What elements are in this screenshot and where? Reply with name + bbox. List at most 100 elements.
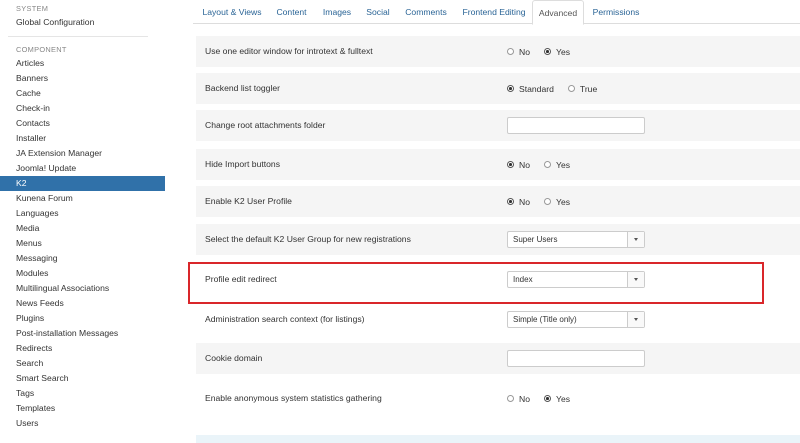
sidebar-item-menus[interactable]: Menus	[0, 236, 165, 251]
select-value: Simple (Title only)	[513, 315, 577, 324]
admin-search-context-select[interactable]: Simple (Title only)	[507, 311, 645, 328]
setting-label: Cookie domain	[205, 353, 263, 363]
settings-tabs: Layout & Views Content Images Social Com…	[193, 0, 800, 25]
sidebar-heading-component: COMPONENT	[16, 45, 67, 54]
sidebar-item-kunena-forum[interactable]: Kunena Forum	[0, 191, 165, 206]
sidebar-item-redirects[interactable]: Redirects	[0, 341, 165, 356]
radio-button[interactable]	[544, 48, 551, 55]
setting-row-single-editor: Use one editor window for introtext & fu…	[196, 36, 800, 67]
setting-row-k2-user-profile: Enable K2 User Profile No Yes	[196, 186, 800, 217]
radio-group-single-editor: No Yes	[507, 36, 584, 67]
radio-button[interactable]	[507, 161, 514, 168]
sidebar-item-banners[interactable]: Banners	[0, 71, 165, 86]
setting-row-profile-edit-redirect: Profile edit redirect Index	[196, 264, 800, 295]
chevron-down-icon[interactable]	[627, 232, 644, 247]
setting-row-backend-list-toggler: Backend list toggler Standard True	[196, 73, 800, 104]
info-panel-edge	[196, 435, 800, 443]
sidebar-item-messaging[interactable]: Messaging	[0, 251, 165, 266]
profile-edit-redirect-select[interactable]: Index	[507, 271, 645, 288]
sidebar-heading-system: SYSTEM	[16, 4, 49, 13]
radio-option-yes[interactable]: Yes	[544, 197, 570, 207]
setting-row-statistics-gathering: Enable anonymous system statistics gathe…	[196, 383, 800, 414]
control-attachments-folder	[507, 110, 645, 141]
radio-group-statistics: No Yes	[507, 383, 584, 414]
setting-label: Enable anonymous system statistics gathe…	[205, 393, 382, 403]
radio-button[interactable]	[544, 395, 551, 402]
radio-button[interactable]	[507, 395, 514, 402]
setting-row-admin-search-context: Administration search context (for listi…	[196, 304, 800, 335]
tab-layout-views[interactable]: Layout & Views	[197, 0, 267, 24]
default-user-group-select[interactable]: Super Users	[507, 231, 645, 248]
radio-button[interactable]	[567, 85, 575, 92]
radio-option-yes[interactable]: Yes	[544, 47, 570, 57]
radio-option-true[interactable]: True	[567, 84, 597, 94]
setting-label: Backend list toggler	[205, 83, 280, 93]
radio-option-no[interactable]: No	[507, 394, 530, 404]
setting-label: Administration search context (for listi…	[205, 314, 365, 324]
sidebar-item-contacts[interactable]: Contacts	[0, 116, 165, 131]
sidebar-item-media[interactable]: Media	[0, 221, 165, 236]
sidebar-item-smart-search[interactable]: Smart Search	[0, 371, 165, 386]
sidebar-item-k2[interactable]: K2	[0, 176, 165, 191]
radio-option-no[interactable]: No	[507, 197, 530, 207]
sidebar-item-users[interactable]: Users	[0, 416, 165, 431]
sidebar-item-cache[interactable]: Cache	[0, 86, 165, 101]
setting-row-cookie-domain: Cookie domain	[196, 343, 800, 374]
select-value: Super Users	[513, 235, 558, 244]
control-admin-search-context: Simple (Title only)	[507, 304, 645, 335]
sidebar-item-articles[interactable]: Articles	[0, 56, 165, 71]
radio-option-yes[interactable]: Yes	[544, 394, 570, 404]
radio-button[interactable]	[507, 48, 514, 55]
tab-social[interactable]: Social	[359, 0, 397, 24]
radio-button[interactable]	[544, 161, 551, 168]
control-default-user-group: Super Users	[507, 224, 645, 255]
tab-content[interactable]: Content	[268, 0, 315, 24]
setting-label: Select the default K2 User Group for new…	[205, 234, 411, 244]
radio-group-hide-import: No Yes	[507, 149, 584, 180]
sidebar-item-joomla-update[interactable]: Joomla! Update	[0, 161, 165, 176]
sidebar-item-search[interactable]: Search	[0, 356, 165, 371]
setting-label: Enable K2 User Profile	[205, 196, 292, 206]
tab-advanced[interactable]: Advanced	[532, 0, 584, 25]
setting-label: Use one editor window for introtext & fu…	[205, 46, 373, 56]
radio-button[interactable]	[507, 198, 514, 205]
chevron-down-icon[interactable]	[627, 312, 644, 327]
tab-images[interactable]: Images	[316, 0, 358, 24]
tab-comments[interactable]: Comments	[398, 0, 454, 24]
sidebar-item-multilingual-associations[interactable]: Multilingual Associations	[0, 281, 165, 296]
radio-button[interactable]	[544, 198, 551, 205]
radio-option-no[interactable]: No	[507, 160, 530, 170]
setting-label: Change root attachments folder	[205, 120, 326, 130]
radio-option-no[interactable]: No	[507, 47, 530, 57]
chevron-down-icon[interactable]	[627, 272, 644, 287]
radio-option-standard[interactable]: Standard	[507, 84, 554, 94]
sidebar-item-check-in[interactable]: Check-in	[0, 101, 165, 116]
sidebar-divider	[8, 36, 148, 37]
sidebar-item-templates[interactable]: Templates	[0, 401, 165, 416]
setting-row-attachments-folder: Change root attachments folder	[196, 110, 800, 141]
sidebar-item-installer[interactable]: Installer	[0, 131, 165, 146]
sidebar-item-tags[interactable]: Tags	[0, 386, 165, 401]
setting-label: Hide Import buttons	[205, 159, 280, 169]
tab-frontend-editing[interactable]: Frontend Editing	[455, 0, 533, 24]
control-profile-edit-redirect: Index	[507, 264, 645, 295]
control-cookie-domain	[507, 343, 645, 374]
setting-row-default-user-group: Select the default K2 User Group for new…	[196, 224, 800, 255]
select-value: Index	[513, 275, 533, 284]
sidebar-item-global-configuration[interactable]: Global Configuration	[0, 15, 165, 30]
radio-option-yes[interactable]: Yes	[544, 160, 570, 170]
sidebar-item-post-installation-messages[interactable]: Post-installation Messages	[0, 326, 165, 341]
sidebar-item-news-feeds[interactable]: News Feeds	[0, 296, 165, 311]
sidebar: SYSTEM Global Configuration COMPONENT Ar…	[0, 0, 165, 443]
radio-button[interactable]	[507, 85, 514, 92]
attachments-folder-input[interactable]	[507, 117, 645, 134]
radio-group-backend-list-toggler: Standard True	[507, 73, 611, 104]
tab-permissions[interactable]: Permissions	[586, 0, 646, 24]
cookie-domain-input[interactable]	[507, 350, 645, 367]
radio-group-k2-user-profile: No Yes	[507, 186, 584, 217]
sidebar-item-ja-extension-manager[interactable]: JA Extension Manager	[0, 146, 165, 161]
setting-row-hide-import-buttons: Hide Import buttons No Yes	[196, 149, 800, 180]
sidebar-item-plugins[interactable]: Plugins	[0, 311, 165, 326]
sidebar-item-languages[interactable]: Languages	[0, 206, 165, 221]
sidebar-item-modules[interactable]: Modules	[0, 266, 165, 281]
